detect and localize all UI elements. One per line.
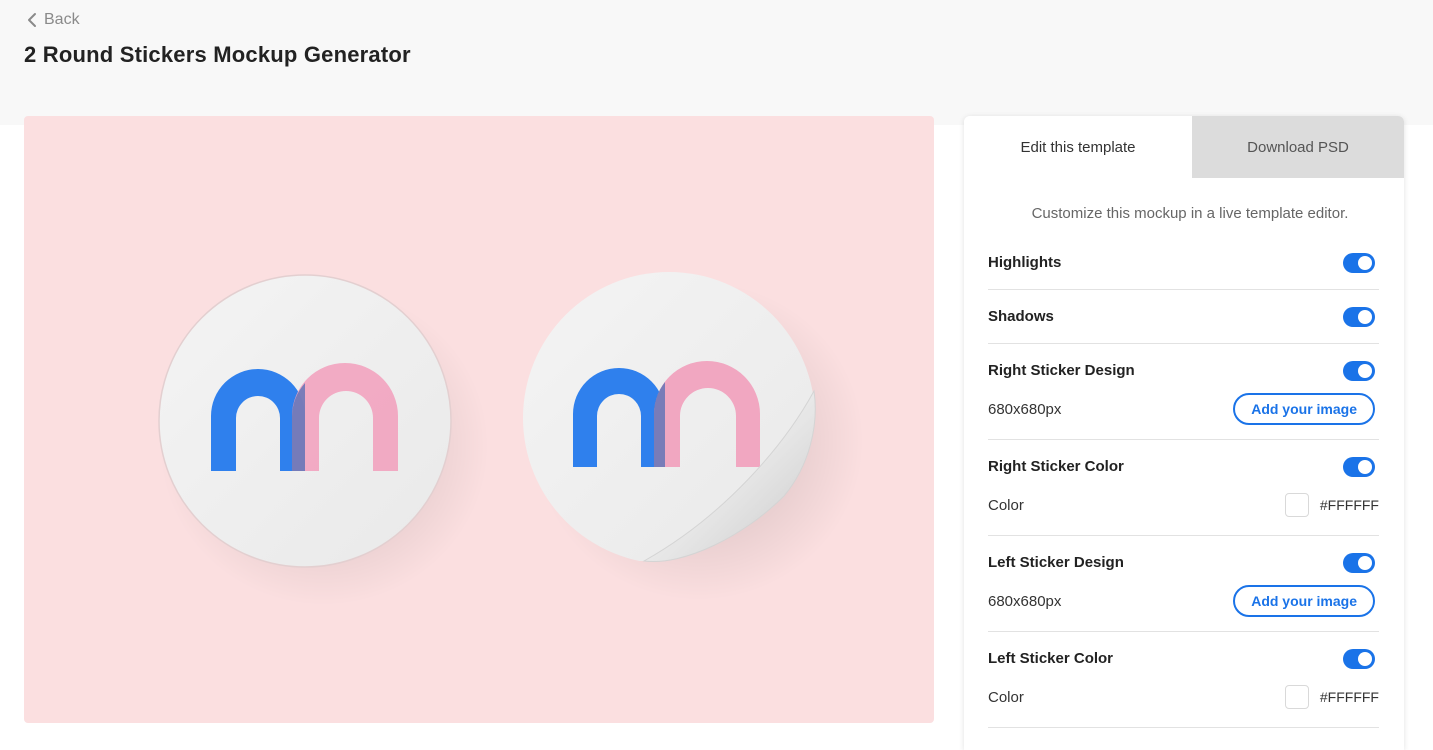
- panel-tabs: Edit this template Download PSD: [964, 116, 1404, 178]
- right-design-toggle[interactable]: [1343, 360, 1375, 381]
- left-design-label: Left Sticker Design: [988, 554, 1124, 571]
- left-color-swatch[interactable]: [1284, 685, 1309, 709]
- back-label[interactable]: Back: [44, 11, 80, 29]
- left-color-label: Left Sticker Color: [988, 650, 1114, 667]
- right-design-size: 680x680px: [988, 400, 1062, 418]
- left-color-toggle[interactable]: [1343, 648, 1375, 669]
- toggle-knob: [1358, 459, 1372, 474]
- right-color-toggle[interactable]: [1343, 456, 1375, 477]
- right-color-sub-label: Color: [988, 496, 1024, 514]
- back-link[interactable]: Back: [26, 11, 80, 29]
- shadows-toggle[interactable]: [1343, 306, 1375, 327]
- right-color-picker[interactable]: #FFFFFF: [1284, 493, 1379, 517]
- left-color-picker[interactable]: #FFFFFF: [1284, 685, 1379, 709]
- sticker-mockup-image: [158, 272, 864, 606]
- left-add-image-button[interactable]: Add your image: [1233, 585, 1375, 617]
- option-left-sticker-design: Left Sticker Design 680x680px Add your i…: [988, 536, 1379, 632]
- left-design-toggle[interactable]: [1343, 552, 1375, 573]
- option-highlights: Highlights: [988, 236, 1379, 290]
- option-shadows: Shadows: [988, 290, 1379, 344]
- option-left-sticker-color: Left Sticker Color Color #FFFFFF: [988, 632, 1379, 728]
- left-sticker: [158, 274, 452, 568]
- toggle-knob: [1358, 555, 1372, 570]
- toggle-knob: [1358, 363, 1372, 378]
- right-color-label: Right Sticker Color: [988, 458, 1124, 475]
- tab-download-psd[interactable]: Download PSD: [1192, 116, 1404, 178]
- option-right-sticker-color: Right Sticker Color Color #FFFFFF: [988, 440, 1379, 536]
- right-color-swatch[interactable]: [1284, 493, 1309, 517]
- right-color-value: #FFFFFF: [1319, 497, 1379, 513]
- toggle-knob: [1358, 309, 1372, 324]
- shadows-label: Shadows: [988, 308, 1054, 325]
- page-title: 2 Round Stickers Mockup Generator: [24, 42, 411, 67]
- tab-edit-template[interactable]: Edit this template: [964, 116, 1192, 178]
- toggle-knob: [1358, 651, 1372, 666]
- chevron-left-icon: [28, 13, 36, 27]
- toggle-knob: [1358, 255, 1372, 270]
- option-right-sticker-design: Right Sticker Design 680x680px Add your …: [988, 344, 1379, 440]
- right-add-image-button[interactable]: Add your image: [1233, 393, 1375, 425]
- left-color-sub-label: Color: [988, 688, 1024, 706]
- editor-panel: Edit this template Download PSD Customiz…: [964, 116, 1404, 750]
- panel-intro: Customize this mockup in a live template…: [1031, 205, 1349, 222]
- right-design-label: Right Sticker Design: [988, 362, 1135, 379]
- highlights-toggle[interactable]: [1343, 252, 1375, 273]
- highlights-label: Highlights: [988, 254, 1062, 271]
- mockup-preview: [24, 116, 934, 723]
- left-color-value: #FFFFFF: [1319, 689, 1379, 705]
- left-design-size: 680x680px: [988, 592, 1062, 610]
